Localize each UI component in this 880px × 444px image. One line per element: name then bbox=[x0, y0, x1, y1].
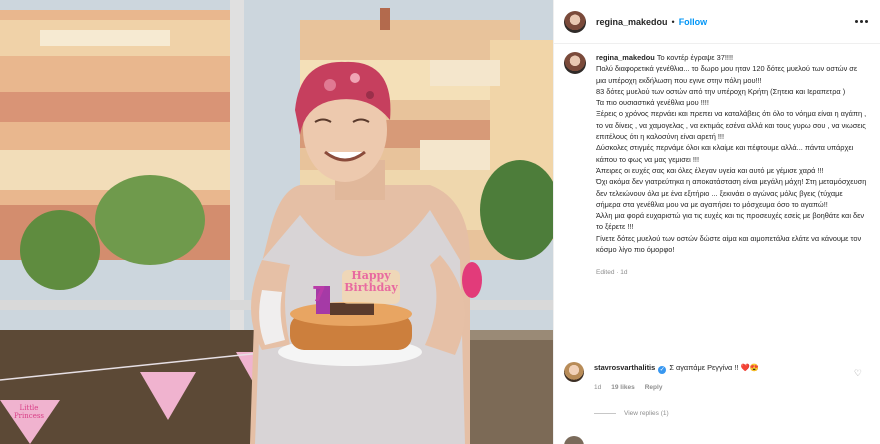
caption-line-4: Ξέρεις ο χρόνος περνάει και πρεπει να κα… bbox=[596, 109, 867, 142]
comment-body: stavrosvarthalitis ✓ Σ αγαπάμε Ρεγγίνα !… bbox=[594, 362, 759, 393]
comment-time: 1d bbox=[594, 384, 602, 391]
caption-author[interactable]: regina_makedou bbox=[596, 53, 655, 62]
author-username[interactable]: regina_makedou bbox=[596, 17, 668, 27]
caption-meta: Edited · 1d bbox=[596, 269, 628, 277]
flag-text: Little Princess bbox=[13, 404, 45, 420]
comment-likes[interactable]: 19 likes bbox=[611, 382, 635, 393]
commenter-avatar[interactable] bbox=[564, 362, 584, 382]
comment-text: Σ αγαπάμε Ρεγγίνα !! ❤️😍 bbox=[669, 363, 759, 372]
more-options-icon[interactable] bbox=[853, 14, 870, 30]
caption-author-avatar[interactable] bbox=[564, 52, 586, 74]
comment-meta: 1d 19 likes Reply bbox=[594, 382, 759, 393]
author-avatar[interactable] bbox=[564, 10, 586, 33]
next-commenter-avatar[interactable] bbox=[564, 436, 584, 444]
caption-line-3: Τα πιο ουσιαστικά γενέθλια μου !!!! bbox=[596, 98, 709, 108]
heart-outline-icon[interactable]: ♡ bbox=[854, 368, 862, 379]
follow-button[interactable]: Follow bbox=[679, 17, 708, 27]
post-side-panel: regina_makedou • Follow regina_makedou Τ… bbox=[553, 0, 880, 444]
caption-line-1: Πολύ διαφορετικά γενέθλια... το δωρο μου… bbox=[596, 64, 858, 85]
verified-badge-icon: ✓ bbox=[658, 366, 667, 374]
view-replies-button[interactable]: View replies (1) bbox=[594, 410, 669, 417]
post-photo[interactable]: Happy Birthday 7 Little Princess bbox=[0, 0, 553, 444]
caption-line-8: Άλλη μια φορά ευχαριστώ για τις ευχές κα… bbox=[596, 211, 865, 232]
caption-line-0: Το κοντέρ έγραψε 37!!!! bbox=[656, 53, 734, 62]
photo-illustration bbox=[0, 0, 553, 444]
comment-author[interactable]: stavrosvarthalitis bbox=[594, 363, 655, 372]
caption-line-7: Όχι ακόμα δεν γιατρεύτηκα η αποκατάσταση… bbox=[596, 177, 867, 209]
view-replies-label: View replies (1) bbox=[624, 410, 669, 417]
cake-topper-text: Happy Birthday bbox=[344, 269, 398, 294]
caption-body: regina_makedou Το κοντέρ έγραψε 37!!!! Π… bbox=[596, 52, 868, 279]
candle-number: 7 bbox=[312, 282, 326, 306]
comment-item: stavrosvarthalitis ✓ Σ αγαπάμε Ρεγγίνα !… bbox=[564, 362, 870, 393]
comment-reply-button[interactable]: Reply bbox=[645, 382, 663, 393]
caption-line-2: 83 δότες μυελού των οστών από την υπέροχ… bbox=[596, 86, 846, 96]
post-header: regina_makedou • Follow bbox=[554, 0, 880, 44]
caption-line-9: Γίνετε δότες μυελού των οστών δώστε αίμα… bbox=[596, 233, 862, 255]
caption-line-6: Άπειρες οι ευχές σας και όλες έλεγαν υγε… bbox=[596, 165, 824, 175]
replies-divider bbox=[594, 413, 616, 414]
caption-line-5: Δύσκολες στιγμές περνάμε όλοι και κλαίμε… bbox=[596, 143, 854, 164]
header-separator: • bbox=[671, 16, 675, 27]
post-caption: regina_makedou Το κοντέρ έγραψε 37!!!! Π… bbox=[564, 52, 870, 279]
